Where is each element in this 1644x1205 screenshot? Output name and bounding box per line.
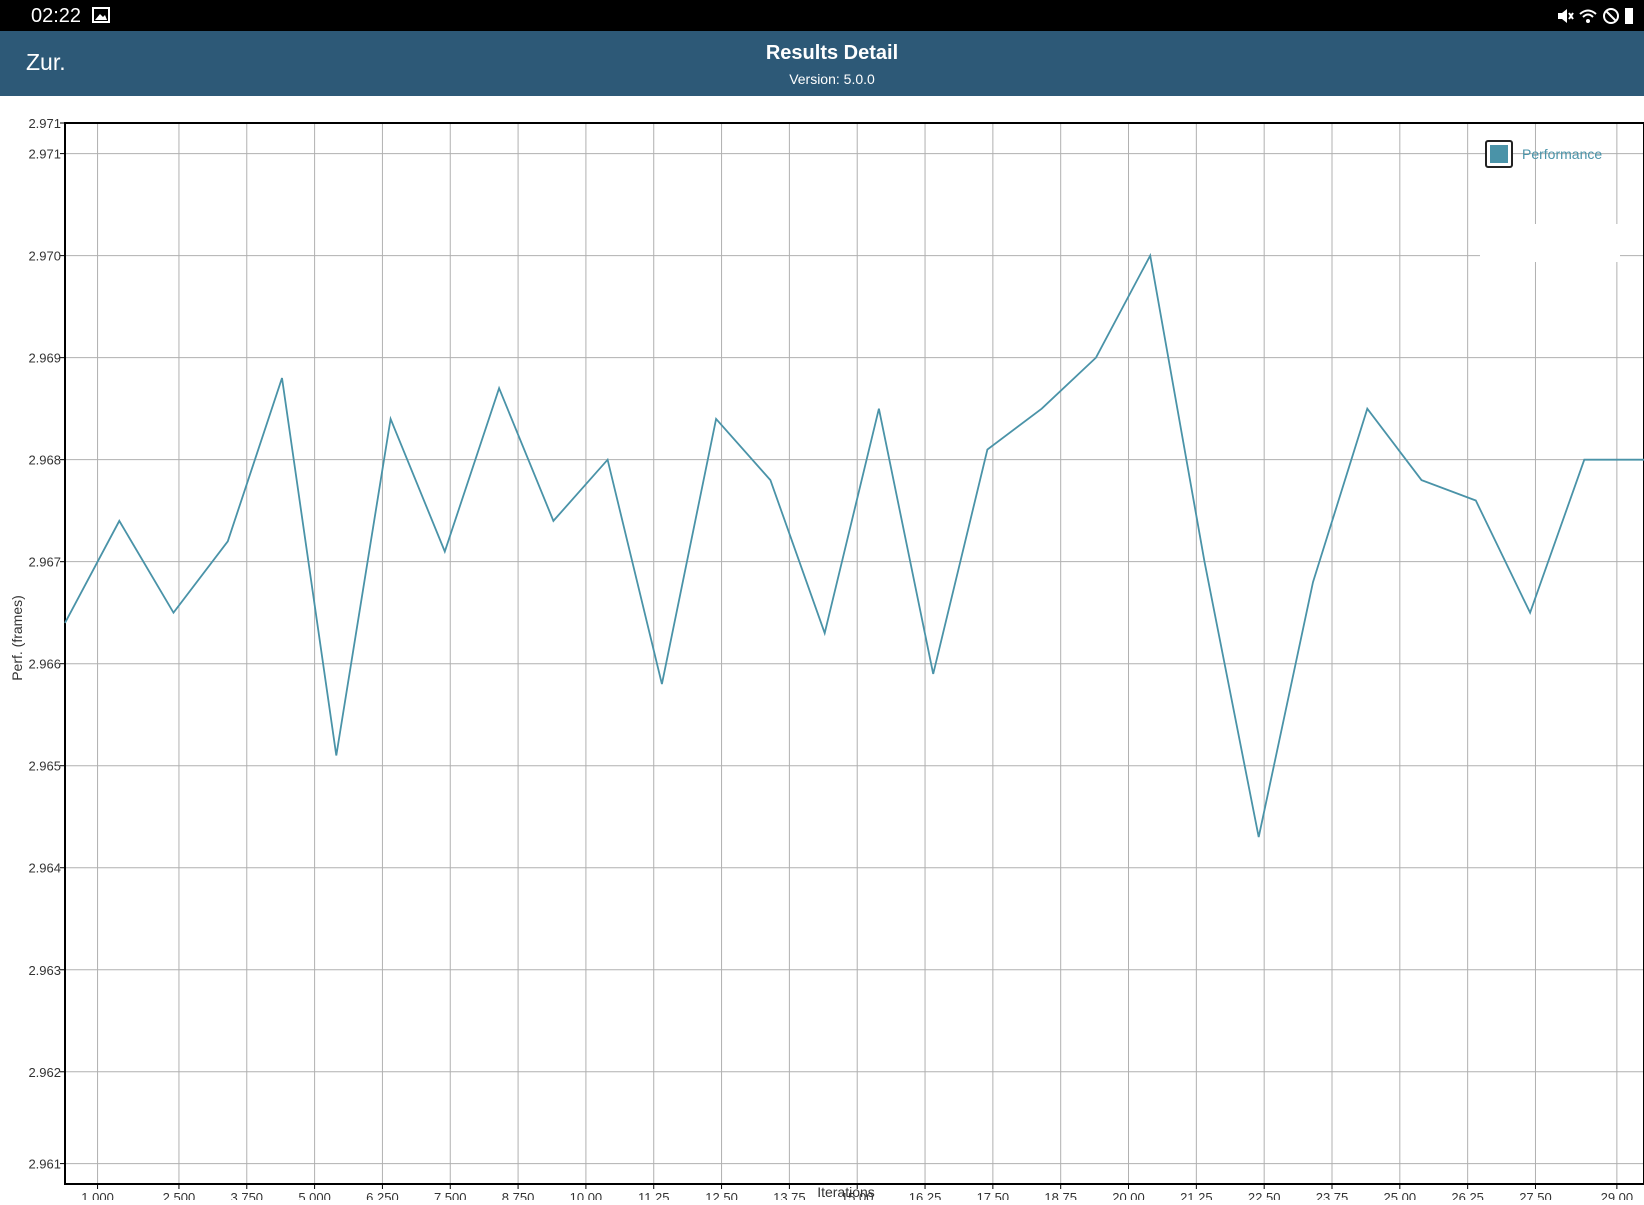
x-tick-label: 25,00 [1384, 1190, 1417, 1200]
y-tick-label: 2.963 [28, 963, 61, 978]
x-tick-label: 7,500 [434, 1190, 467, 1200]
x-tick-label: 18,75 [1044, 1190, 1077, 1200]
x-tick-label: 21,25 [1180, 1190, 1213, 1200]
x-tick-label: 16,25 [909, 1190, 942, 1200]
x-tick-label: 26,25 [1451, 1190, 1484, 1200]
wifi-icon [1579, 9, 1597, 23]
x-tick-label: 13,75 [773, 1190, 806, 1200]
battery-icon [1625, 8, 1633, 24]
y-tick-label: 2.961 [28, 1157, 61, 1172]
x-tick-label: 8,750 [502, 1190, 535, 1200]
y-tick-label: 2.964 [28, 861, 61, 876]
y-tick-label: 2.962 [28, 1065, 61, 1080]
status-time: 02:22 [31, 5, 82, 27]
x-tick-label: 12,50 [705, 1190, 738, 1200]
image-icon [92, 7, 110, 23]
x-tick-label: 17,50 [977, 1190, 1010, 1200]
y-tick-label: 2.965 [28, 759, 61, 774]
y-tick-label: 2.966 [28, 657, 61, 672]
y-tick-label: 2.967 [28, 555, 61, 570]
app-bar: Zur. Results Detail Version: 5.0.0 [0, 31, 1644, 96]
do-not-disturb-icon [1603, 8, 1619, 24]
legend-label-performance: Performance [1522, 146, 1602, 162]
y-tick-label: 2.968 [28, 453, 61, 468]
x-tick-label: 2,500 [163, 1190, 196, 1200]
y-tick-label: 2.971 [28, 147, 61, 162]
status-bar: 02:22 [0, 0, 1644, 31]
x-axis-label: Iterations [817, 1184, 875, 1200]
y-tick-label: 2.969 [28, 351, 61, 366]
mute-icon [1558, 9, 1574, 23]
x-tick-label: 11,25 [638, 1190, 670, 1200]
y-tick-label: 2.970 [28, 249, 61, 264]
x-tick-label: 10,00 [570, 1190, 603, 1200]
legend-swatch [1490, 145, 1508, 163]
y-tick-label: 2.971 [28, 116, 61, 131]
x-tick-label: 23,75 [1316, 1190, 1349, 1200]
performance-chart: 2.961 2.962 2.963 2.964 2.965 2.966 2.967 2.968… [9, 116, 1644, 1205]
x-tick-label: 20,00 [1112, 1190, 1145, 1200]
x-tick-label: 6,250 [366, 1190, 399, 1200]
y-axis: 2.961 2.962 2.963 2.964 2.965 2.966 2.967 2.968… [28, 116, 65, 1172]
x-tick-label: 1,000 [81, 1190, 114, 1200]
plot-background [65, 123, 1644, 1184]
x-tick-label: 27,50 [1519, 1190, 1552, 1200]
version-label: Version: 5.0.0 [789, 71, 875, 87]
page-title: Results Detail [765, 42, 899, 64]
chart-area: 2.961 2.962 2.963 2.964 2.965 2.966 2.967 2.968… [0, 96, 1644, 1205]
x-tick-label: 5,000 [298, 1190, 331, 1200]
x-tick-label: 29,00 [1601, 1190, 1634, 1200]
x-tick-label: 22,50 [1248, 1190, 1281, 1200]
y-axis-label: Perf. (frames) [9, 595, 25, 681]
legend-background [1480, 224, 1620, 262]
x-tick-label: 3,750 [231, 1190, 264, 1200]
